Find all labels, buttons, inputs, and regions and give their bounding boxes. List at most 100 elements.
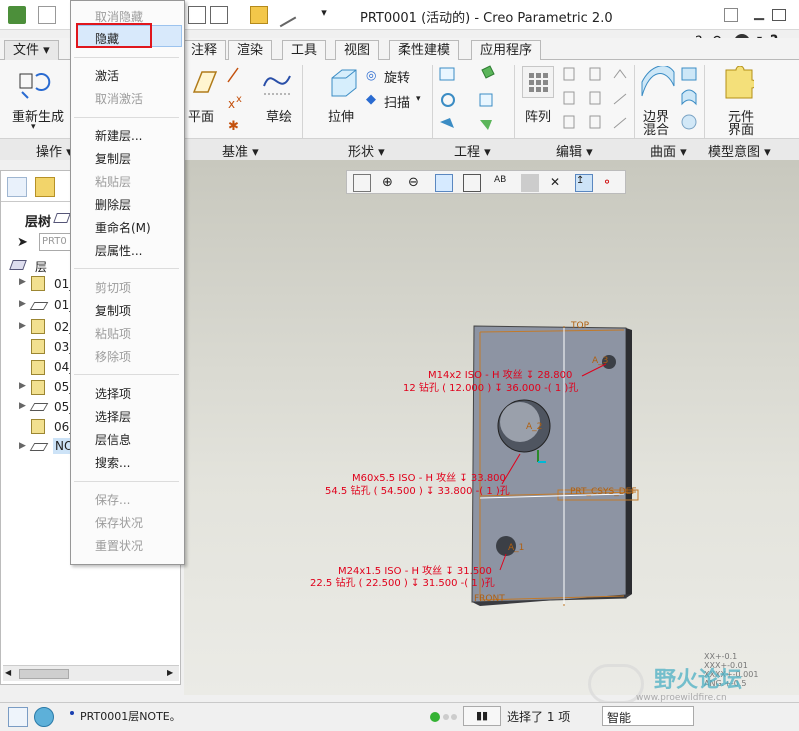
selection-filter-select[interactable]: 智能: [602, 706, 694, 726]
component-interface-icon[interactable]: [724, 65, 757, 100]
group-engineering[interactable]: 工程 ▾: [454, 141, 491, 160]
revolve-button[interactable]: 旋转: [384, 67, 410, 86]
browser-toggle-icon[interactable]: [34, 707, 54, 727]
boundary-blend-icon[interactable]: [640, 65, 676, 100]
group-shapes[interactable]: 形状 ▾: [348, 141, 385, 160]
folder-browser-tab-icon[interactable]: [35, 177, 55, 197]
open-folder-icon[interactable]: [250, 6, 268, 24]
group-editing[interactable]: 编辑 ▾: [556, 141, 593, 160]
sketch-button[interactable]: 草绘: [266, 106, 292, 125]
plane-button[interactable]: 平面: [188, 106, 214, 125]
menu-paste-layer: 粘贴层: [95, 175, 132, 189]
expand-icon[interactable]: ▶: [19, 299, 26, 309]
menu-layer-properties[interactable]: 层属性...: [95, 242, 142, 259]
surface-tools-icon[interactable]: [680, 66, 698, 134]
sweep-button[interactable]: 扫描: [384, 92, 410, 111]
repaint-icon[interactable]: [435, 174, 453, 192]
tab-file[interactable]: 文件 ▾: [4, 40, 59, 60]
axis-label-a3: A_3: [592, 356, 609, 366]
status-light-icon: [451, 714, 457, 720]
group-model-intent[interactable]: 模型意图 ▾: [708, 141, 771, 160]
expand-icon[interactable]: ▶: [19, 381, 26, 391]
maximize-button[interactable]: [772, 9, 786, 21]
menu-select-layers[interactable]: 选择层: [95, 408, 131, 425]
saved-orientations-icon[interactable]: AB: [493, 174, 511, 192]
graphics-viewport[interactable]: TOP A_3 A_2 PRT_CSYS_DEF A_1 FRONT M14x2…: [184, 160, 799, 704]
chevron-down-icon[interactable]: ▾: [416, 94, 421, 104]
restore-icon[interactable]: [724, 8, 738, 22]
tab-view[interactable]: 视图: [335, 40, 380, 60]
tab-flexible-modeling[interactable]: 柔性建模: [389, 40, 460, 60]
menu-paste-item: 粘贴项: [95, 327, 132, 341]
layers-icon: [53, 213, 71, 223]
edit-tools-icon[interactable]: [560, 64, 630, 136]
ruler-icon[interactable]: [271, 2, 297, 28]
scrollbar-thumb[interactable]: [19, 669, 69, 679]
new-file-icon[interactable]: [38, 6, 56, 24]
menu-activate[interactable]: 激活: [95, 67, 119, 84]
tab-tools[interactable]: 工具: [282, 40, 327, 60]
cursor-icon[interactable]: ➤: [17, 235, 28, 250]
tab-render[interactable]: 渲染: [228, 40, 273, 60]
app-icon: [8, 6, 26, 24]
datum-display-icon[interactable]: ✕: [549, 174, 567, 192]
datum-tools-icon[interactable]: x x ✱: [224, 64, 246, 136]
expand-icon[interactable]: ▶: [19, 321, 26, 331]
scroll-right-icon[interactable]: ▶: [167, 668, 173, 677]
watermark-title: 野火论坛: [654, 668, 743, 693]
minimize-button[interactable]: ▁: [750, 6, 768, 22]
status-bar: PRT0001层NOTE。 ▮▮ 选择了 1 项 智能: [0, 702, 799, 731]
model-tree-tab-icon[interactable]: [7, 177, 27, 197]
extrude-button[interactable]: 拉伸: [328, 106, 354, 125]
menu-select-items[interactable]: 选择项: [95, 385, 131, 402]
menu-new-layer[interactable]: 新建层...: [95, 127, 142, 144]
hole-note-1-line-2: 12 钻孔 ( 12.000 ) ↧ 36.000 -( 1 )孔: [403, 383, 579, 394]
close-button[interactable]: ✕: [795, 6, 799, 22]
menu-copy-layer[interactable]: 复制层: [95, 150, 131, 167]
customize-quick-access-icon[interactable]: ▾: [315, 6, 333, 24]
group-datum[interactable]: 基准 ▾: [222, 141, 259, 160]
display-style-icon[interactable]: [463, 174, 481, 192]
group-operations[interactable]: 操作 ▾: [36, 141, 73, 160]
hole-note-2-line-2: 54.5 钻孔 ( 54.500 ) ↧ 33.800 -( 1 )孔: [325, 486, 510, 497]
menu-copy-item[interactable]: 复制项: [95, 302, 131, 319]
plane-icon[interactable]: [188, 68, 218, 96]
view-manager-icon[interactable]: [521, 174, 539, 192]
axis-label-a2: A_2: [526, 422, 543, 432]
menu-save-status: 保存状况: [95, 516, 144, 530]
refit-icon[interactable]: [353, 174, 371, 192]
extrude-icon[interactable]: [326, 66, 360, 98]
menu-delete-layer[interactable]: 删除层: [95, 196, 131, 213]
menu-search[interactable]: 搜索...: [95, 454, 130, 471]
regenerate-button[interactable]: 重新生成: [12, 106, 64, 125]
horizontal-scrollbar[interactable]: ◀ ▶: [3, 665, 179, 681]
engineering-tools-icon[interactable]: [438, 64, 498, 136]
scroll-left-icon[interactable]: ◀: [5, 668, 11, 677]
pattern-button[interactable]: 阵列: [525, 106, 551, 125]
sketch-icon[interactable]: [262, 68, 294, 98]
tab-annotate[interactable]: 注释: [183, 40, 227, 60]
zoom-in-icon[interactable]: ⊕: [381, 174, 399, 192]
menu-hide[interactable]: 隐藏: [95, 30, 119, 47]
expand-icon[interactable]: ▶: [19, 441, 26, 451]
menu-rename[interactable]: 重命名(M): [95, 219, 151, 236]
csys-display-icon[interactable]: ↥: [575, 174, 593, 192]
expand-icon[interactable]: ▶: [19, 401, 26, 411]
menu-layer-info[interactable]: 层信息: [95, 431, 131, 448]
layer-search-field[interactable]: PRT0: [39, 233, 71, 251]
find-button[interactable]: ▮▮: [463, 706, 501, 726]
expand-icon[interactable]: ▶: [19, 277, 26, 287]
regenerate-icon[interactable]: [12, 66, 52, 104]
annotation-display-icon[interactable]: ⚬: [601, 174, 619, 192]
status-message: PRT0001层NOTE。: [80, 710, 181, 723]
tab-applications[interactable]: 应用程序: [471, 40, 542, 60]
group-surfaces[interactable]: 曲面 ▾: [650, 141, 687, 160]
navigator-toggle-icon[interactable]: [8, 707, 28, 727]
layer-icon: [31, 360, 45, 375]
pattern-icon[interactable]: [522, 66, 554, 98]
zoom-out-icon[interactable]: ⊖: [407, 174, 425, 192]
layer-root-label: 层: [35, 260, 48, 274]
windows-icon[interactable]: [210, 6, 228, 24]
chevron-down-icon[interactable]: ▾: [31, 122, 36, 132]
regenerate-quick-icon[interactable]: [188, 6, 206, 24]
